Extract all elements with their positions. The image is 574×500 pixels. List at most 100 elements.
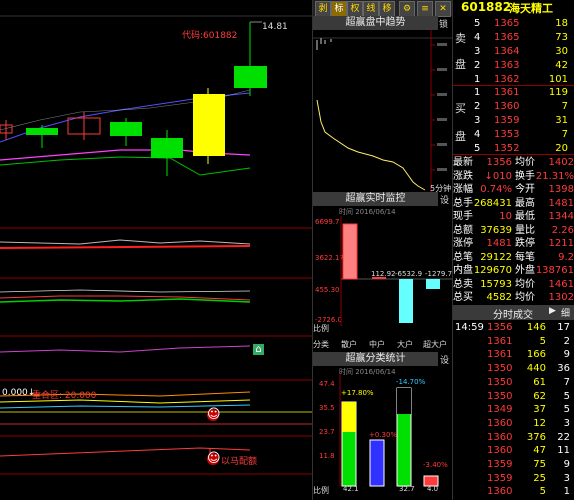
quote-value: 1398: [548, 184, 574, 195]
monitor-bar-value: -1279.7: [425, 270, 453, 278]
toolbar-button-line[interactable]: 线: [363, 1, 379, 17]
classify-settings-button[interactable]: 设: [440, 353, 449, 366]
trade-count: 9: [563, 349, 570, 361]
monitor-settings-button[interactable]: 设: [440, 193, 449, 206]
order-volume: 101: [548, 74, 568, 85]
quote-value: 37639: [480, 224, 512, 236]
classify-pct: -3.40%: [423, 461, 448, 469]
buy-order-row[interactable]: 4 1353 7: [470, 128, 574, 143]
category-retail[interactable]: 散户: [341, 339, 357, 350]
trade-row[interactable]: 1359 25 3: [453, 472, 574, 487]
trade-row[interactable]: 1359 75 9: [453, 458, 574, 473]
house-icon[interactable]: ⌂: [253, 344, 264, 355]
toolbar-button-peel[interactable]: 剥: [315, 1, 331, 17]
quote-key: 总卖: [453, 278, 473, 290]
trade-count: 2: [563, 335, 570, 347]
trade-volume: 47: [533, 445, 546, 457]
trade-volume: 75: [533, 459, 546, 470]
category-large[interactable]: 大户: [397, 339, 413, 350]
monitor-ratio-label: 比例: [313, 324, 329, 333]
sell-side-label: 卖: [455, 32, 466, 45]
monitor-bar-value: -6532.9: [395, 270, 423, 278]
sell-order-row[interactable]: 4 1365 73: [470, 31, 574, 46]
menu-icon[interactable]: ≡: [417, 1, 433, 17]
quote-value: 2.26: [551, 224, 574, 236]
trade-price: 1350: [487, 363, 513, 375]
trade-row[interactable]: 1360 12 3: [453, 417, 574, 432]
quote-key: 总笔: [453, 251, 473, 263]
smiley-icon: ☺: [207, 407, 221, 422]
quote-value: 21.31%: [535, 170, 574, 182]
main-chart-area[interactable]: 代码:601882 14.81 0.000↓ 重合区: 20.000 ☺ ☺ 以…: [0, 0, 312, 500]
quote-row: 总买 4582 均价 1302: [453, 291, 574, 305]
classify-bottom-value: 4.0: [427, 485, 439, 493]
trend-panel[interactable]: 超赢盘中趋势 锁 5分钟: [313, 16, 452, 194]
trades-expand-arrow[interactable]: ▶: [549, 306, 556, 316]
trade-row[interactable]: 1350 440 36: [453, 362, 574, 377]
indicator-value-label-2: 重合区: 20.000: [32, 391, 97, 401]
order-level: 5: [474, 18, 481, 29]
trade-volume: 166: [526, 349, 546, 361]
order-level: 4: [474, 129, 481, 140]
order-volume: 7: [561, 101, 568, 112]
trade-volume: 440: [526, 363, 546, 375]
order-price: 1363: [494, 60, 520, 71]
smiley-icon-2: ☺: [207, 451, 221, 466]
classify-pct: +17.80%: [341, 389, 374, 397]
quote-value: 10: [499, 211, 512, 222]
trade-volume: 146: [526, 322, 546, 333]
candle: [234, 22, 267, 96]
settings-icon[interactable]: ⚙: [399, 1, 415, 17]
buy-order-row[interactable]: 1 1361 119: [470, 86, 574, 101]
buy-order-row[interactable]: 3 1359 31: [470, 114, 574, 129]
trade-volume: 5: [539, 335, 546, 347]
trade-row[interactable]: 1361 166 9: [453, 348, 574, 363]
trade-row[interactable]: 1350 62 5: [453, 390, 574, 405]
quote-key: 最低: [515, 211, 535, 222]
quote-key: 今开: [515, 184, 535, 195]
trades-detail-button[interactable]: 细: [561, 306, 570, 319]
trade-price: 1360: [487, 417, 513, 429]
trade-row[interactable]: 1360 376 22: [453, 431, 574, 446]
order-price: 1362: [494, 74, 520, 85]
stock-name: 海天精工: [509, 2, 553, 15]
trade-price: 1360: [487, 486, 513, 498]
toolbar-button-mark[interactable]: 标: [331, 1, 347, 17]
kline-chart[interactable]: [0, 0, 312, 500]
sell-order-row[interactable]: 2 1363 42: [470, 59, 574, 74]
monitor-categories-label: 分类: [313, 340, 329, 349]
trade-row[interactable]: 1361 5 2: [453, 335, 574, 350]
buy-side-label-2: 盘: [455, 130, 466, 143]
quote-row: 涨停 1481 跌停 1211: [453, 237, 574, 251]
quote-key: 内盘: [453, 265, 473, 276]
quote-key: 现手: [453, 211, 473, 222]
toolbar-button-weight[interactable]: 权: [347, 1, 363, 17]
trade-row[interactable]: 14:59 1356 146 17: [453, 321, 574, 336]
trade-price: 1360: [487, 431, 513, 443]
quote-key: 总额: [453, 224, 473, 236]
monitor-panel[interactable]: 超赢实时监控 设 时间 2016/06/14 6699.7 3622.17 45…: [313, 192, 452, 352]
toolbar-button-move[interactable]: 移: [379, 1, 395, 17]
trade-count: 1: [563, 486, 570, 498]
category-medium[interactable]: 中户: [369, 339, 385, 350]
trade-row[interactable]: 1349 37 5: [453, 403, 574, 418]
quote-row: 总额 37639 量比 2.26: [453, 224, 574, 238]
trend-lock-button[interactable]: 锁: [439, 17, 448, 30]
trade-row[interactable]: 1360 47 11: [453, 444, 574, 459]
category-super-large[interactable]: 超大户: [423, 339, 447, 350]
candle: [0, 120, 13, 140]
trade-row[interactable]: 1360 5 1: [453, 485, 574, 500]
sell-order-row[interactable]: 3 1364 30: [470, 45, 574, 60]
classify-panel[interactable]: 超赢分类统计 设 时间 2016/06/14 47.4 35.5 23.7 11…: [313, 352, 452, 500]
close-icon[interactable]: ✕: [435, 1, 451, 17]
trade-price: 1350: [487, 376, 513, 388]
monitor-bar-value: 112.92: [371, 270, 396, 278]
candle: [67, 112, 101, 140]
buy-order-row[interactable]: 2 1360 7: [470, 100, 574, 115]
classify-pct: -14.70%: [396, 378, 426, 386]
high-price-label: 14.81: [262, 22, 288, 32]
order-price: 1359: [494, 115, 520, 126]
sell-order-row[interactable]: 5 1365 18: [470, 17, 574, 32]
trade-row[interactable]: 1350 61 7: [453, 376, 574, 391]
candle: [193, 88, 225, 164]
